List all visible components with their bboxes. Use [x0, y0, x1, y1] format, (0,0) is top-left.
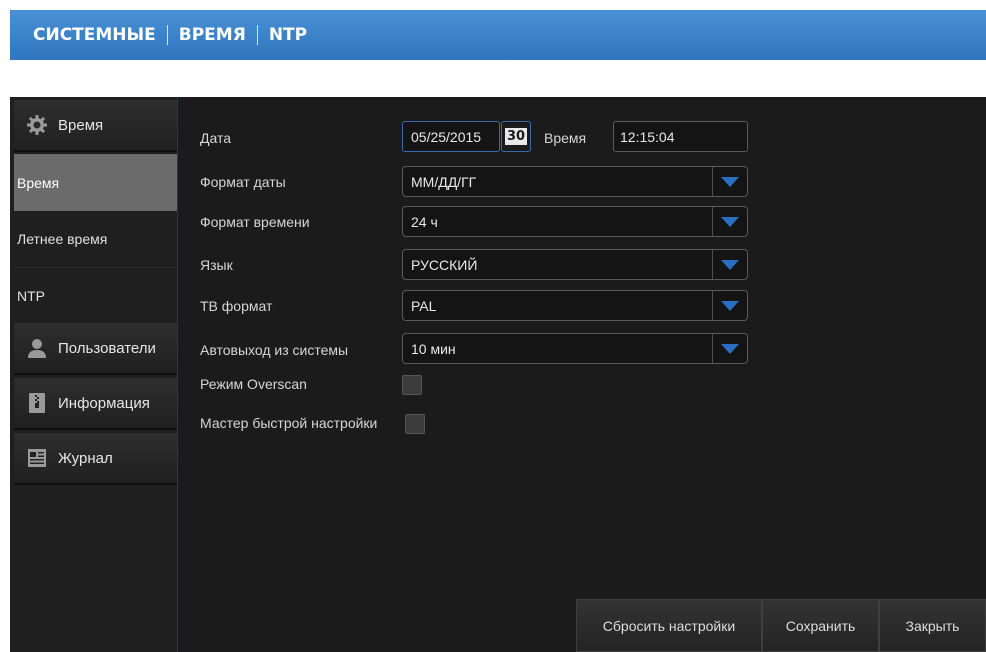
- calendar-button[interactable]: 30: [501, 121, 531, 152]
- sidebar-category-label: Пользователи: [58, 339, 156, 357]
- date-input[interactable]: 05/25/2015: [402, 121, 500, 152]
- autologout-dropdown[interactable]: 10 мин: [402, 333, 748, 364]
- close-button[interactable]: Закрыть: [879, 599, 986, 652]
- sidebar-item-label: Летнее время: [17, 231, 108, 247]
- log-icon: [26, 447, 48, 469]
- breadcrumb-ntp: NTP: [268, 25, 308, 45]
- chevron-down-icon: [712, 250, 747, 279]
- save-button[interactable]: Сохранить: [762, 599, 879, 652]
- sidebar-category-log[interactable]: Журнал: [14, 433, 177, 485]
- time-input[interactable]: 12:15:04: [613, 121, 748, 152]
- top-bar: СИСТЕМНЫЕ ВРЕМЯ NTP: [10, 10, 986, 60]
- wizard-checkbox[interactable]: [405, 414, 425, 434]
- sidebar-category-label: Информация: [58, 394, 150, 412]
- sidebar-category-time[interactable]: Время: [14, 100, 177, 152]
- overscan-checkbox[interactable]: [402, 375, 422, 395]
- tv-format-value: PAL: [411, 297, 437, 314]
- sidebar-item-time[interactable]: Время: [14, 154, 177, 211]
- breadcrumb: СИСТЕМНЫЕ ВРЕМЯ NTP: [33, 25, 307, 45]
- date-value: 05/25/2015: [411, 128, 482, 145]
- date-format-dropdown[interactable]: ММ/ДД/ГГ: [402, 166, 748, 197]
- time-format-label: Формат времени: [200, 214, 310, 230]
- date-format-value: ММ/ДД/ГГ: [411, 173, 477, 190]
- settings-panel: Время Время Летнее время NTP Пользовател…: [10, 97, 986, 652]
- sidebar-item-dst[interactable]: Летнее время: [14, 211, 177, 268]
- info-icon: [26, 392, 48, 414]
- language-dropdown[interactable]: РУССКИЙ: [402, 249, 748, 280]
- chevron-down-icon: [712, 167, 747, 196]
- time-label: Время: [544, 130, 587, 146]
- sidebar-category-users[interactable]: Пользователи: [14, 323, 177, 375]
- sidebar-item-label: NTP: [17, 288, 45, 304]
- time-format-value: 24 ч: [411, 213, 438, 230]
- time-format-dropdown[interactable]: 24 ч: [402, 206, 748, 237]
- tv-format-label: ТВ формат: [200, 298, 273, 314]
- autologout-label: Автовыход из системы: [200, 342, 349, 358]
- sidebar-category-info[interactable]: Информация: [14, 378, 177, 430]
- language-value: РУССКИЙ: [411, 256, 478, 273]
- breadcrumb-system[interactable]: СИСТЕМНЫЕ: [33, 25, 156, 45]
- sidebar: Время Время Летнее время NTP Пользовател…: [10, 97, 178, 652]
- chevron-down-icon: [712, 334, 747, 363]
- chevron-down-icon: [712, 291, 747, 320]
- sidebar-category-label: Время: [58, 116, 104, 134]
- time-value: 12:15:04: [620, 128, 675, 145]
- overscan-label: Режим Overscan: [200, 376, 307, 392]
- language-label: Язык: [200, 257, 233, 273]
- tv-format-dropdown[interactable]: PAL: [402, 290, 748, 321]
- breadcrumb-separator: [166, 25, 168, 45]
- sidebar-item-ntp[interactable]: NTP: [14, 268, 177, 325]
- autologout-value: 10 мин: [411, 340, 456, 357]
- gear-icon: [26, 114, 48, 136]
- calendar-icon: 30: [504, 128, 528, 145]
- sidebar-category-label: Журнал: [58, 449, 113, 467]
- reset-button[interactable]: Сбросить настройки: [576, 599, 762, 652]
- breadcrumb-time[interactable]: ВРЕМЯ: [179, 25, 246, 45]
- wizard-label: Мастер быстрой настройки: [200, 415, 378, 431]
- chevron-down-icon: [712, 207, 747, 236]
- date-format-label: Формат даты: [200, 174, 286, 190]
- date-label: Дата: [200, 130, 232, 146]
- sidebar-item-label: Время: [17, 174, 60, 191]
- breadcrumb-separator: [256, 25, 258, 45]
- user-icon: [26, 337, 48, 359]
